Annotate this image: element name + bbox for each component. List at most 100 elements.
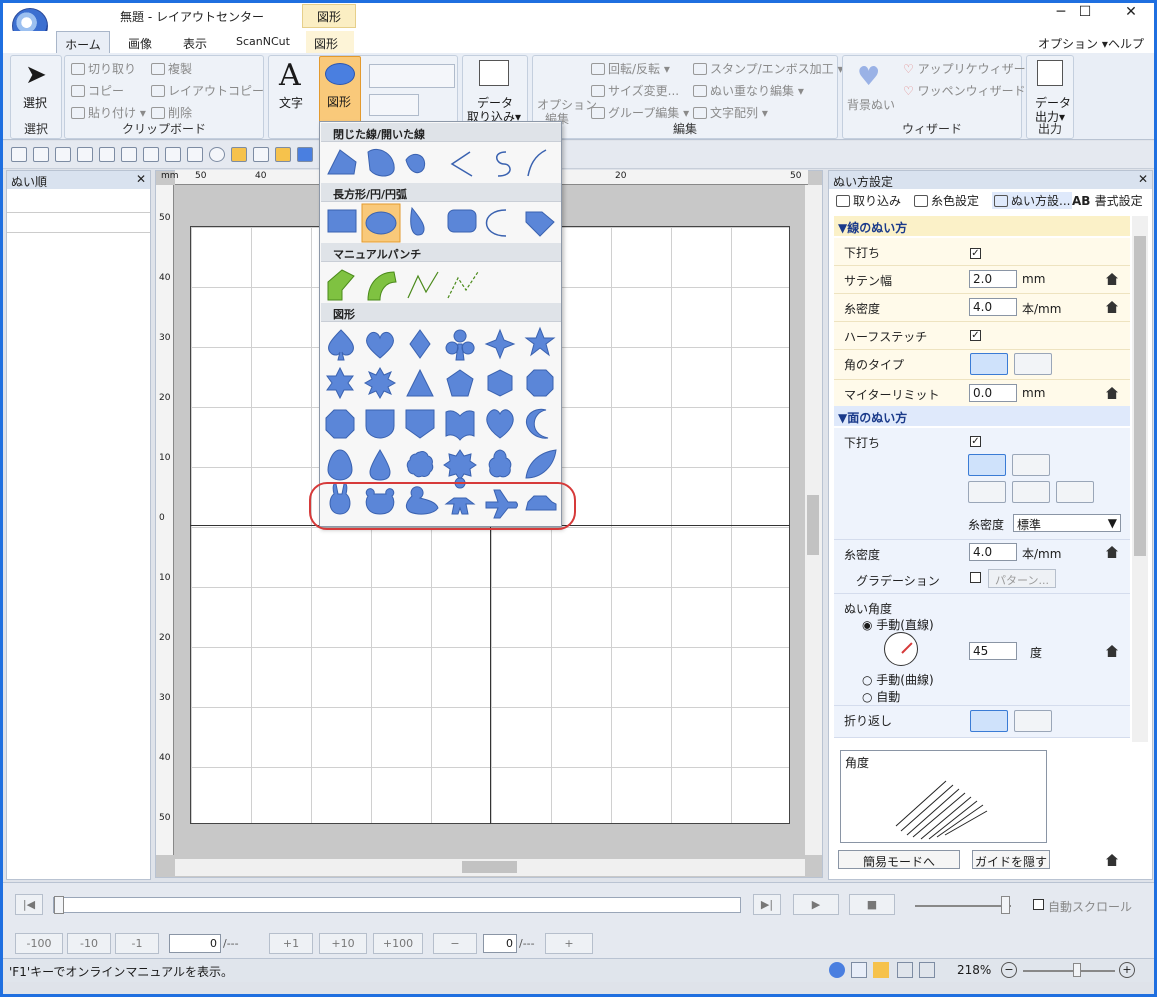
resize-button[interactable]: サイズ変更... <box>591 82 679 99</box>
simple-mode-button[interactable]: 簡易モードへ <box>838 850 960 869</box>
fill-pattern-2-button[interactable] <box>1012 454 1050 476</box>
stop-button[interactable]: ■ <box>849 894 895 915</box>
bg-stitch-button[interactable]: 背景ぬい <box>847 96 895 113</box>
maximize-button[interactable]: ☐ <box>1062 4 1108 26</box>
tab-text-format[interactable]: AB 書式設定 <box>1072 192 1143 209</box>
undo-icon[interactable] <box>99 147 115 162</box>
help-icon[interactable] <box>209 147 225 162</box>
plus-1-button[interactable]: +1 <box>269 933 313 954</box>
angle-dial[interactable] <box>884 632 918 666</box>
density-input[interactable]: 4.0 <box>969 298 1017 316</box>
auto-radio[interactable]: ○ 自動 <box>862 688 900 705</box>
overlap-button[interactable]: ぬい重なり編集 ▾ <box>693 82 804 99</box>
sew-order-toolbar[interactable] <box>7 189 150 213</box>
color-prev-button[interactable]: − <box>433 933 477 954</box>
group-edit-button[interactable]: グループ編集 ▾ <box>591 104 689 121</box>
plus-100-button[interactable]: +100 <box>373 933 423 954</box>
half-stitch-checkbox[interactable]: ✓ <box>970 330 981 341</box>
stitch-count-input[interactable]: 0 <box>169 934 221 953</box>
text-button[interactable]: 文字 <box>279 94 303 111</box>
manual-curve-radio[interactable]: ○ 手動(曲線) <box>862 671 934 688</box>
fill-pattern-1-button[interactable] <box>968 454 1006 476</box>
pattern-icon[interactable] <box>253 147 269 162</box>
copy-button[interactable]: コピー <box>71 82 124 99</box>
wappen-wizard-button[interactable]: ♡ ワッペンウィザード <box>903 82 1026 99</box>
save-icon[interactable] <box>55 147 71 162</box>
color-next-button[interactable]: + <box>545 933 593 954</box>
redo-icon[interactable] <box>121 147 137 162</box>
page-icon[interactable] <box>165 147 181 162</box>
tab-import[interactable]: 取り込み <box>836 192 901 209</box>
close-button[interactable]: ✕ <box>1108 4 1154 26</box>
line-stitch-section[interactable]: ▼線のぬい方 <box>834 216 1130 236</box>
zoom-in-icon[interactable]: + <box>1119 962 1135 978</box>
text-arrange-button[interactable]: 文字配列 ▾ <box>693 104 768 121</box>
delete-button[interactable]: 削除 <box>151 104 192 121</box>
fold-1-button[interactable] <box>970 710 1008 732</box>
fill-pattern-5-button[interactable] <box>1056 481 1094 503</box>
fill-underlay-checkbox[interactable]: ✓ <box>970 436 981 447</box>
view-mode-1-icon[interactable] <box>829 962 845 978</box>
color-count-input[interactable]: 0 <box>483 934 517 953</box>
real-view-icon[interactable] <box>297 147 313 162</box>
zoom-icon[interactable] <box>77 147 93 162</box>
select-button[interactable]: 選択 <box>23 94 47 111</box>
settings-scrollbar[interactable] <box>1132 216 1148 742</box>
gradation-checkbox[interactable] <box>970 572 981 583</box>
fill-stitch-section[interactable]: ▼面のぬい方 <box>834 406 1130 426</box>
angle-input[interactable]: 45 <box>969 642 1017 660</box>
vertical-scrollbar[interactable] <box>805 185 822 855</box>
close-icon[interactable]: ✕ <box>1138 172 1148 186</box>
manual-line-radio[interactable]: ◉ 手動(直線) <box>862 616 934 633</box>
slider-thumb[interactable] <box>54 896 64 914</box>
layer-icon[interactable] <box>187 147 203 162</box>
rotate-button[interactable]: 回転/反転 ▾ <box>591 60 670 77</box>
zoom-tools[interactable] <box>369 64 455 88</box>
last-stitch-button[interactable]: ▶| <box>753 894 781 915</box>
minus-1-button[interactable]: -1 <box>115 933 159 954</box>
help-menu[interactable]: ヘルプ ▾ <box>1100 31 1157 66</box>
fill-density-input[interactable]: 4.0 <box>969 543 1017 561</box>
tab-thread-color[interactable]: 糸色設定 <box>914 192 979 209</box>
speed-thumb[interactable] <box>1001 896 1010 914</box>
miter-limit-input[interactable]: 0.0 <box>969 384 1017 402</box>
fill-pattern-4-button[interactable] <box>1012 481 1050 503</box>
underlay-density-select[interactable]: 標準 ▼ <box>1013 514 1121 532</box>
close-icon[interactable]: ✕ <box>136 172 146 186</box>
playback-slider[interactable] <box>53 896 741 914</box>
stitch-view-icon[interactable] <box>275 147 291 162</box>
applique-wizard-button[interactable]: ♡ アップリケウィザード <box>903 60 1038 77</box>
view-mode-3-icon[interactable] <box>873 962 889 978</box>
view-mode-2-icon[interactable] <box>851 962 867 978</box>
scroll-thumb[interactable] <box>462 861 517 873</box>
scroll-thumb[interactable] <box>807 495 819 555</box>
design-icon[interactable] <box>231 147 247 162</box>
fold-2-button[interactable] <box>1014 710 1052 732</box>
first-stitch-button[interactable]: |◀ <box>15 894 43 915</box>
tab-home[interactable]: ホーム <box>56 31 110 53</box>
zoom-thumb[interactable] <box>1073 963 1081 977</box>
shape-button[interactable]: 図形 <box>319 56 361 124</box>
corner-type-miter-button[interactable] <box>970 353 1008 375</box>
paste-button[interactable]: 貼り付け ▾ <box>71 104 146 121</box>
tab-sew-settings[interactable]: ぬい方設... <box>992 192 1073 209</box>
open-icon[interactable] <box>33 147 49 162</box>
stamp-button[interactable]: スタンプ/エンボス加工 ▾ <box>693 60 844 77</box>
duplicate-button[interactable]: 複製 <box>151 60 192 77</box>
play-button[interactable]: ▶ <box>793 894 839 915</box>
horizontal-scrollbar[interactable] <box>175 859 805 876</box>
sew-order-toolbar-2[interactable] <box>7 213 150 233</box>
plus-10-button[interactable]: +10 <box>319 933 367 954</box>
view-icon[interactable] <box>143 147 159 162</box>
satin-width-input[interactable]: 2.0 <box>969 270 1017 288</box>
layout-copy-button[interactable]: レイアウトコピー ▾ <box>151 82 274 99</box>
underlay-checkbox[interactable]: ✓ <box>970 248 981 259</box>
minus-10-button[interactable]: -10 <box>67 933 111 954</box>
grid-icon[interactable] <box>897 962 913 978</box>
hide-guide-button[interactable]: ガイドを隠す <box>972 850 1050 869</box>
minus-100-button[interactable]: -100 <box>15 933 63 954</box>
hand-tools[interactable] <box>369 94 419 116</box>
zoom-out-icon[interactable]: − <box>1001 962 1017 978</box>
fill-pattern-3-button[interactable] <box>968 481 1006 503</box>
pattern-button[interactable]: パターン... <box>988 569 1056 588</box>
